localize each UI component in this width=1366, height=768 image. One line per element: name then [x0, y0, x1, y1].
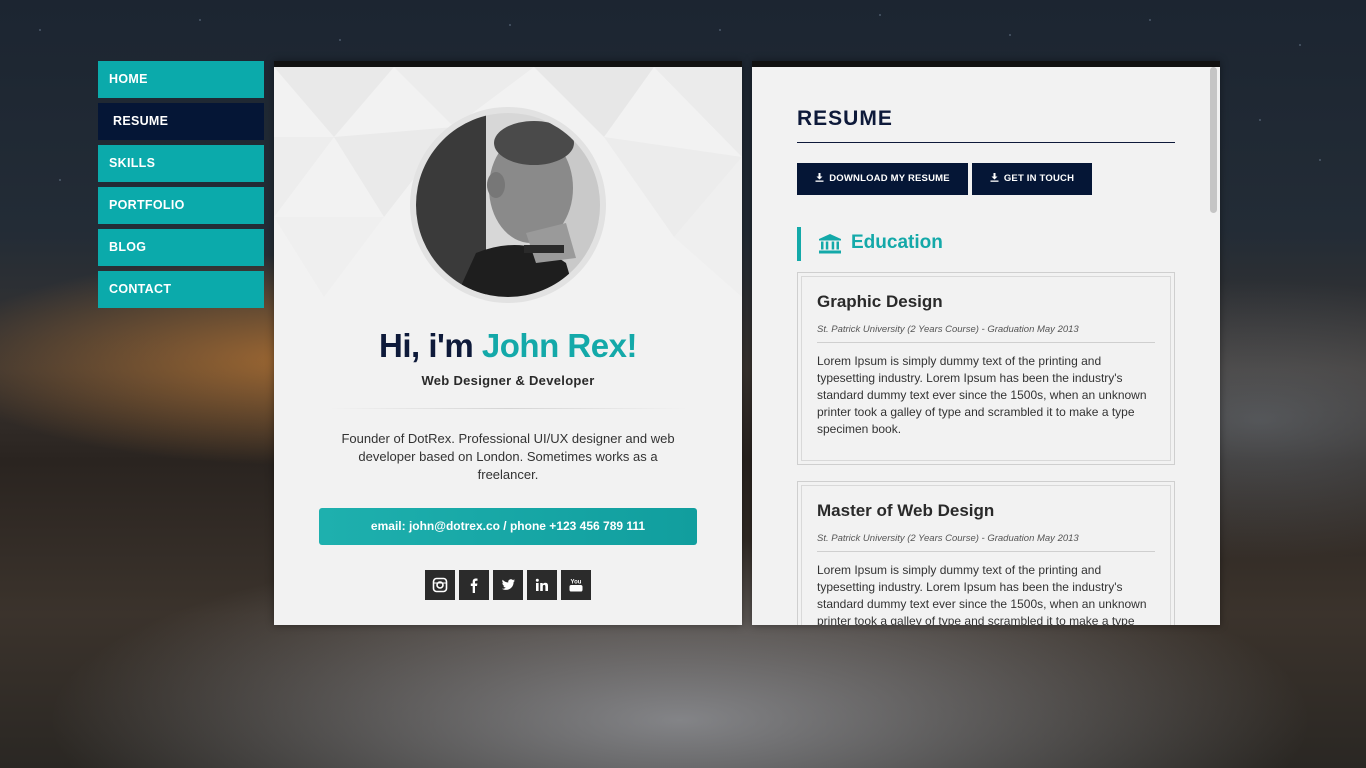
profile-bio: Founder of DotRex. Professional UI/UX de… [341, 431, 675, 482]
download-resume-label: DOWNLOAD MY RESUME [829, 173, 950, 184]
entry-meta: St. Patrick University (2 Years Course) … [817, 324, 1155, 343]
get-in-touch-label: GET IN TOUCH [1003, 173, 1075, 184]
resume-title: RESUME [797, 107, 893, 130]
download-icon [990, 173, 999, 182]
profile-card: Hi, i'm John Rex! Web Designer & Develop… [274, 61, 742, 625]
resume-card: RESUME DOWNLOAD MY RESUME GET IN TOUCH E… [752, 61, 1220, 625]
nav-item-resume[interactable]: RESUME [98, 103, 264, 140]
nav-item-home[interactable]: HOME [98, 61, 264, 98]
entry-text: Lorem Ipsum is simply dummy text of the … [817, 354, 1147, 436]
profile-subtitle: Web Designer & Developer [421, 373, 595, 388]
download-resume-button[interactable]: DOWNLOAD MY RESUME [797, 163, 968, 195]
avatar-frame [410, 107, 606, 303]
youtube-icon[interactable]: You [561, 570, 591, 600]
svg-text:You: You [571, 580, 582, 586]
nav-item-contact[interactable]: CONTACT [98, 271, 264, 308]
scrollbar[interactable] [1210, 67, 1217, 213]
entry-title: Master of Web Design [817, 501, 995, 520]
education-entry: Master of Web Design St. Patrick Univers… [797, 481, 1175, 625]
download-icon [815, 173, 824, 182]
twitter-icon[interactable] [493, 570, 523, 600]
avatar [416, 113, 600, 297]
education-entry: Graphic Design St. Patrick University (2… [797, 272, 1175, 465]
university-icon [819, 234, 841, 254]
contact-button[interactable]: email: john@dotrex.co / phone +123 456 7… [319, 508, 697, 545]
entry-title: Graphic Design [817, 292, 943, 311]
education-title: Education [851, 232, 943, 253]
main-nav: HOME RESUME SKILLS PORTFOLIO BLOG CONTAC… [98, 61, 264, 313]
greeting-prefix: Hi, i'm [379, 327, 482, 364]
divider [328, 408, 688, 409]
nav-item-blog[interactable]: BLOG [98, 229, 264, 266]
title-rule [797, 142, 1175, 143]
nav-item-skills[interactable]: SKILLS [98, 145, 264, 182]
page-title: Hi, i'm John Rex! [274, 327, 742, 365]
profile-name: John Rex! [481, 327, 638, 364]
nav-item-portfolio[interactable]: PORTFOLIO [98, 187, 264, 224]
instagram-icon[interactable] [425, 570, 455, 600]
facebook-icon[interactable] [459, 570, 489, 600]
get-in-touch-button[interactable]: GET IN TOUCH [972, 163, 1092, 195]
social-links: You [274, 570, 742, 600]
education-heading: Education [797, 227, 1097, 261]
entry-text: Lorem Ipsum is simply dummy text of the … [817, 563, 1147, 625]
linkedin-icon[interactable] [527, 570, 557, 600]
entry-meta: St. Patrick University (2 Years Course) … [817, 533, 1155, 552]
